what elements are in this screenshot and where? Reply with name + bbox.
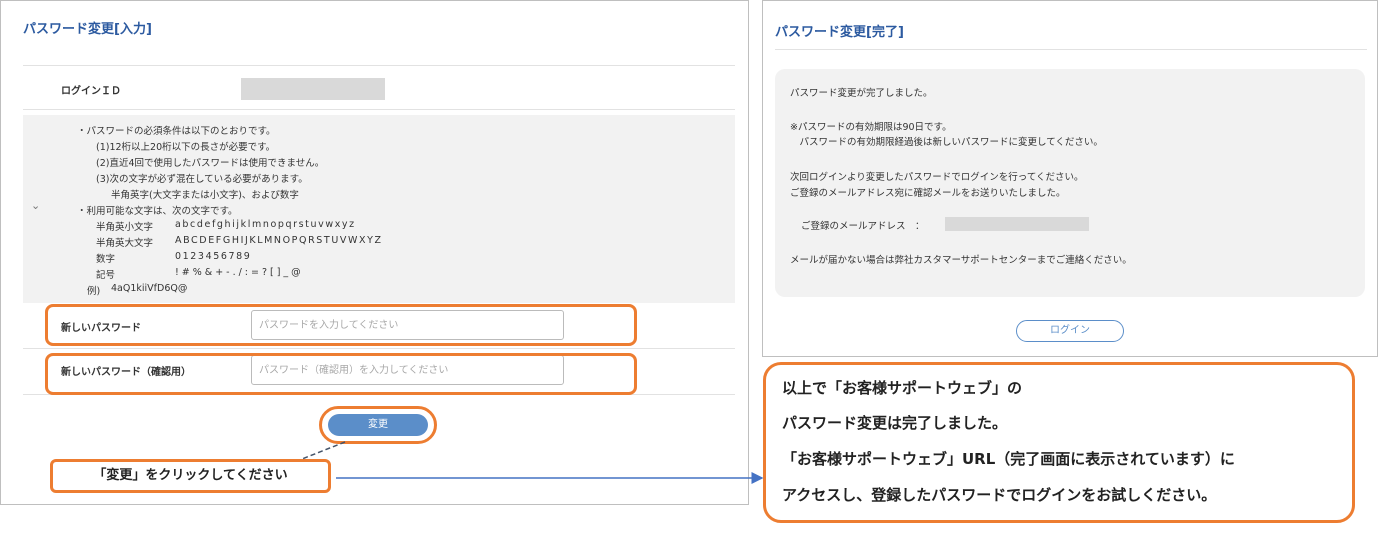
allowed-heading: ・利用可能な文字は、次の文字です。 [77,206,238,217]
message-line: パスワードの有効期限経過後は新しいパスワードに変更してください。 [790,137,1103,148]
login-id-value [241,78,385,100]
char-row-value: ABCDEFGHIJKLMNOPQRSTUVWXYZ [175,235,383,246]
example-label: 例) [87,286,101,297]
char-row-label: 半角英大文字 [96,238,154,249]
divider [23,348,735,349]
callout-line: 「お客様サポートウェブ」URL（完了画面に表示されています）に [782,450,1235,468]
login-id-label: ログインＩＤ [61,86,121,97]
completion-callout: 以上で「お客様サポートウェブ」の パスワード変更は完了しました。 「お客様サポー… [763,362,1355,523]
change-button-highlight [319,406,437,444]
callout-line: 以上で「お客様サポートウェブ」の [782,379,1023,397]
rule-item: (1)12桁以上20桁以下の長さが必要です。 [96,142,276,153]
email-value [945,217,1089,231]
message-line: ご登録のメールアドレス宛に確認メールをお送りいたしました。 [790,188,1066,199]
char-row-value: !#%&+-./:=?[]_@ [175,267,304,278]
confirm-password-highlight [45,353,637,395]
click-change-callout: 「変更」をクリックしてください [50,459,331,493]
completion-message: パスワード変更が完了しました。 ※パスワードの有効期限は90日です。 パスワード… [775,69,1365,297]
callout-line: パスワード変更は完了しました。 [782,414,1008,432]
char-row-label: 数字 [96,254,116,265]
char-row-value: 0123456789 [175,251,252,262]
login-button[interactable]: ログイン [1016,320,1124,342]
char-row-value: abcdefghijklmnopqrstuvwxyz [175,219,356,230]
password-requirements: ⌄ ・パスワードの必須条件は以下のとおりです。 (1)12桁以上20桁以下の長さ… [23,115,735,303]
rule-item: (2)直近4回で使用したパスワードは使用できません。 [96,158,325,169]
page-title: パスワード変更[完了] [775,25,904,40]
char-row-label: 記号 [96,270,116,281]
rule-item: (3)次の文字が必ず混在している必要があります。 [96,174,308,185]
message-line: パスワード変更が完了しました。 [790,88,933,99]
password-change-input-screen: パスワード変更[入力] ログインＩＤ ⌄ ・パスワードの必須条件は以下のとおりで… [0,0,749,505]
requirements-heading: ・パスワードの必須条件は以下のとおりです。 [77,126,276,137]
callout-line: アクセスし、登録したパスワードでログインをお試しください。 [782,486,1217,504]
password-change-complete-screen: パスワード変更[完了] パスワード変更が完了しました。 ※パスワードの有効期限は… [762,0,1378,357]
divider [23,65,735,66]
message-line: 次回ログインより変更したパスワードでログインを行ってください。 [790,172,1084,183]
rule-detail: 半角英字(大文字または小文字)、および数字 [111,190,299,201]
message-line: ※パスワードの有効期限は90日です。 [790,122,952,133]
char-row-label: 半角英小文字 [96,222,154,233]
divider [23,109,735,110]
new-password-highlight [45,304,637,346]
message-line: メールが届かない場合は弊社カスタマーサポートセンターまでご連絡ください。 [790,255,1132,266]
divider [775,49,1367,50]
example-value: 4aQ1kiiVfD6Q@ [111,283,188,294]
page-title: パスワード変更[入力] [23,22,152,37]
chevron-down-icon: ⌄ [31,199,41,212]
email-label: ご登録のメールアドレス ： [801,221,925,232]
